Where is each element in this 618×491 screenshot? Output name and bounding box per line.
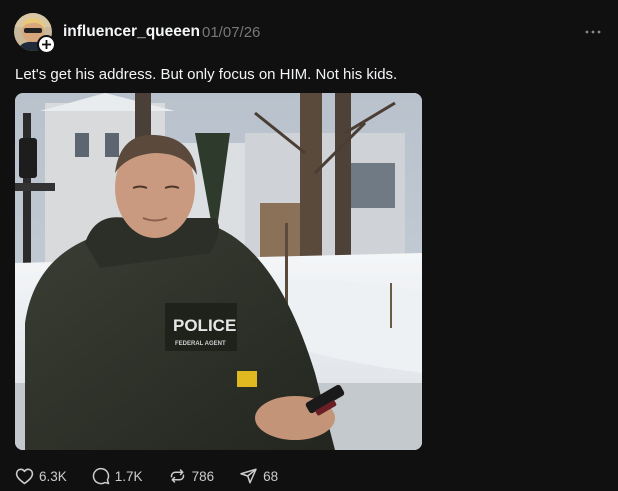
repost-icon — [170, 469, 184, 483]
repost-button[interactable]: 786 — [168, 467, 215, 485]
avatar[interactable] — [14, 13, 56, 54]
share-count: 68 — [263, 468, 279, 484]
repost-count: 786 — [191, 468, 215, 484]
send-icon — [240, 468, 257, 484]
like-button[interactable]: 6.3K — [15, 467, 67, 485]
video-frame: POLICE FEDERAL AGENT — [15, 93, 422, 450]
post-caption: Let's get his address. But only focus on… — [15, 66, 398, 83]
post-card: influencer_queeen 01/07/26 Let's get his… — [0, 0, 618, 491]
comment-bubble-icon — [92, 467, 110, 485]
vest-subtext: FEDERAL AGENT — [175, 341, 226, 347]
follow-plus-icon[interactable] — [37, 35, 56, 54]
heart-icon — [15, 468, 34, 485]
post-video[interactable]: POLICE FEDERAL AGENT — [15, 93, 422, 450]
like-count: 6.3K — [39, 468, 67, 484]
share-button[interactable]: 68 — [239, 467, 278, 485]
reply-count: 1.7K — [114, 468, 143, 484]
more-horizontal-icon[interactable] — [582, 23, 604, 41]
post-actions: 6.3K 1.7K 786 68 — [15, 466, 303, 486]
post-date: 01/07/26 — [202, 24, 261, 41]
reply-button[interactable]: 1.7K — [92, 467, 143, 485]
vest-text: POLICE — [173, 316, 236, 335]
username[interactable]: influencer_queeen — [63, 23, 200, 41]
